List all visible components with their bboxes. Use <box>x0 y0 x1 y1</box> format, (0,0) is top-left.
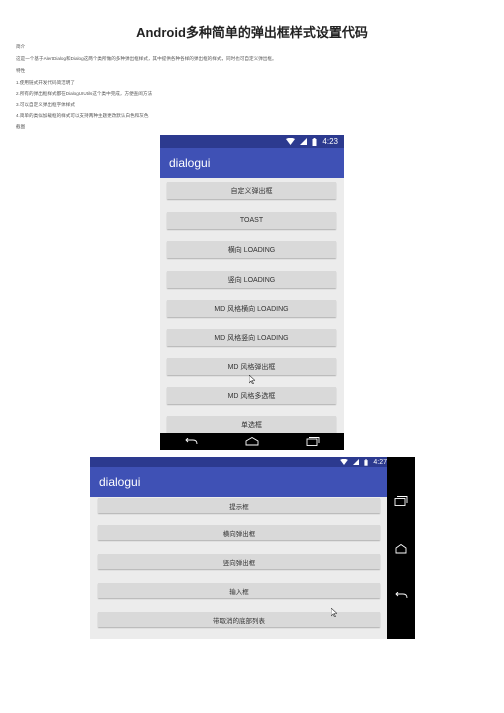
feature-2: 2.所有的弹出框样式都在DialogUIUtils这个类中完成，方便查阅方法 <box>16 91 153 96</box>
screenshot-landscape: 4:27 dialogui 提示框 横向弹出框 竖向弹出框 输入框 带取消的底部… <box>90 457 415 639</box>
intro-text: 这是一个基于AlertDialog和Dialog这两个类所做的多种弹出框样式，其… <box>16 56 277 61</box>
home-icon[interactable] <box>245 437 259 446</box>
signal-icon <box>353 459 360 465</box>
document-title: Android多种简单的弹出框样式设置代码 <box>136 25 368 40</box>
md-horizontal-loading-button[interactable]: MD 风格横向 LOADING <box>167 300 336 317</box>
intro-heading: 简介 <box>16 44 26 49</box>
vertical-popup-button[interactable]: 竖向弹出框 <box>98 554 380 569</box>
recent-apps-icon[interactable] <box>306 437 320 446</box>
input-dialog-button[interactable]: 输入框 <box>98 583 380 598</box>
screenshot-portrait: 4:23 dialogui 自定义弹出框 TOAST 横向 LOADING 竖向… <box>160 135 344 450</box>
app-title: dialogui <box>99 475 141 489</box>
feature-3: 3.可以自定义弹出框字体样式 <box>16 102 75 107</box>
feature-4: 4.简单的类似加载框的样式可以支持两种主题更改默认白色和灰色 <box>16 113 149 118</box>
wifi-icon <box>286 138 296 145</box>
recent-apps-icon[interactable] <box>394 496 408 506</box>
battery-icon <box>364 458 368 466</box>
navigation-bar <box>160 433 344 450</box>
md-vertical-loading-button[interactable]: MD 风格竖向 LOADING <box>167 329 336 346</box>
back-icon[interactable] <box>394 592 408 600</box>
status-bar: 4:23 <box>160 135 344 148</box>
battery-icon <box>312 137 317 146</box>
md-dialog-button[interactable]: MD 风格弹出框 <box>167 358 336 375</box>
mouse-pointer-icon <box>330 607 338 619</box>
features-heading: 特性 <box>16 68 26 73</box>
status-bar: 4:27 <box>90 457 393 467</box>
navigation-bar <box>387 457 415 639</box>
toast-button[interactable]: TOAST <box>167 212 336 229</box>
vertical-loading-button[interactable]: 竖向 LOADING <box>167 271 336 288</box>
app-bar: dialogui <box>160 148 344 178</box>
horizontal-popup-button[interactable]: 横向弹出框 <box>98 525 380 540</box>
app-title: dialogui <box>169 156 211 170</box>
mouse-pointer-icon <box>248 374 256 386</box>
horizontal-loading-button[interactable]: 横向 LOADING <box>167 241 336 258</box>
custom-dialog-button[interactable]: 自定义弹出框 <box>167 182 336 199</box>
wifi-icon <box>340 459 349 465</box>
status-time: 4:23 <box>322 137 338 146</box>
screenshots-heading: 截图 <box>16 124 26 129</box>
home-icon[interactable] <box>395 544 407 554</box>
feature-1: 1.使用链式开发代码简洁明了 <box>16 80 75 85</box>
app-bar: dialogui <box>90 467 387 497</box>
prompt-dialog-button[interactable]: 提示框 <box>98 498 380 513</box>
single-select-button[interactable]: 单选框 <box>167 416 336 433</box>
back-icon[interactable] <box>184 437 198 446</box>
md-multi-select-button[interactable]: MD 风格多选框 <box>167 387 336 404</box>
status-time: 4:27 <box>373 458 387 466</box>
bottom-list-with-cancel-button[interactable]: 带取消的底部列表 <box>98 612 380 627</box>
signal-icon <box>300 138 308 145</box>
